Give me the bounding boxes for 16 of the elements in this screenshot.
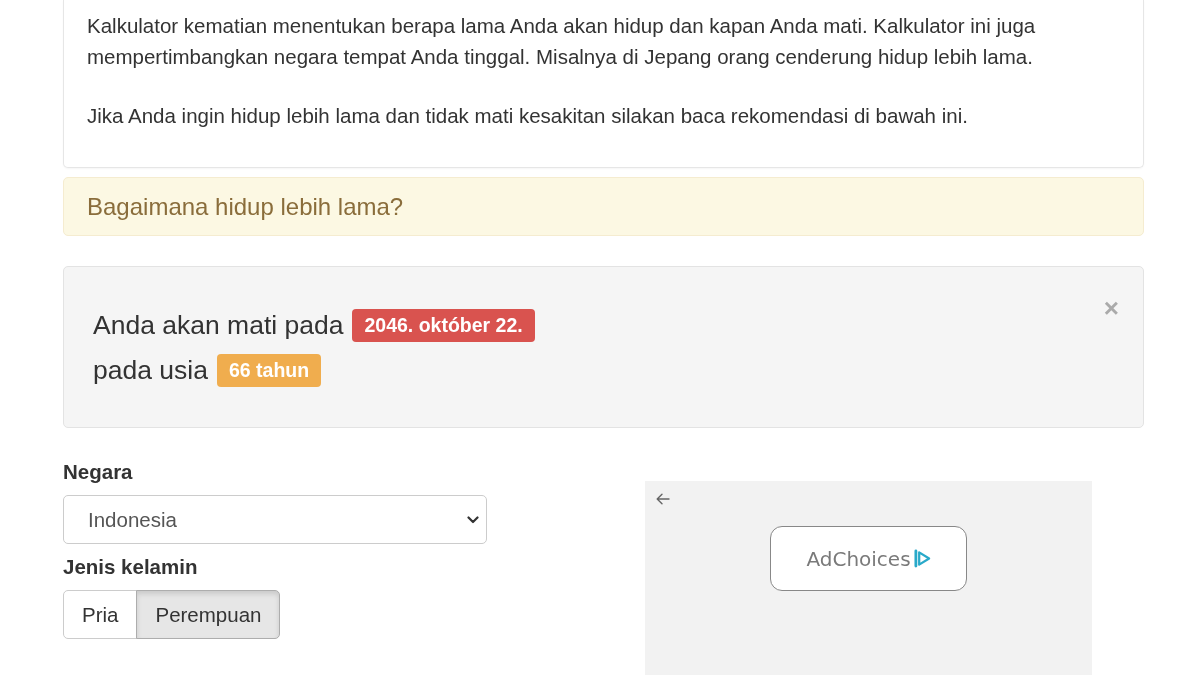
result-text: pada usia (93, 355, 208, 386)
chevron-down-icon (467, 515, 479, 524)
field-label: Negara (63, 460, 134, 484)
result-label: 2046. október 22. (352, 309, 535, 342)
play-triangle-icon (913, 549, 931, 568)
intro-paragraph: Kalkulator kematian menentukan berapa lama Anda akan hidup dan kapan Anda mati. Kalkulator ini juga mempertimbangkan negara tempat Anda tinggal. Misalnya di Jepang orang cenderung hidup lebih lama. (87, 13, 1037, 70)
gender-option-button[interactable]: Perempuan (136, 590, 281, 639)
gender-option-button[interactable]: Pria (63, 590, 138, 639)
field-label: Jenis kelamin (63, 555, 199, 579)
tip-panel-title[interactable]: Bagaimana hidup lebih lama? (87, 192, 404, 221)
result-text: Anda akan mati pada (93, 310, 344, 341)
result-label: 66 tahun (216, 354, 322, 387)
country-select[interactable]: Indonesia (63, 495, 487, 544)
back-arrow-icon[interactable] (656, 493, 670, 505)
intro-paragraph: Jika Anda ingin hidup lebih lama dan tidak mati kesakitan silakan baca rekomendasi di bawah ini. (87, 103, 969, 129)
adchoices-button[interactable]: AdChoices (770, 526, 967, 591)
